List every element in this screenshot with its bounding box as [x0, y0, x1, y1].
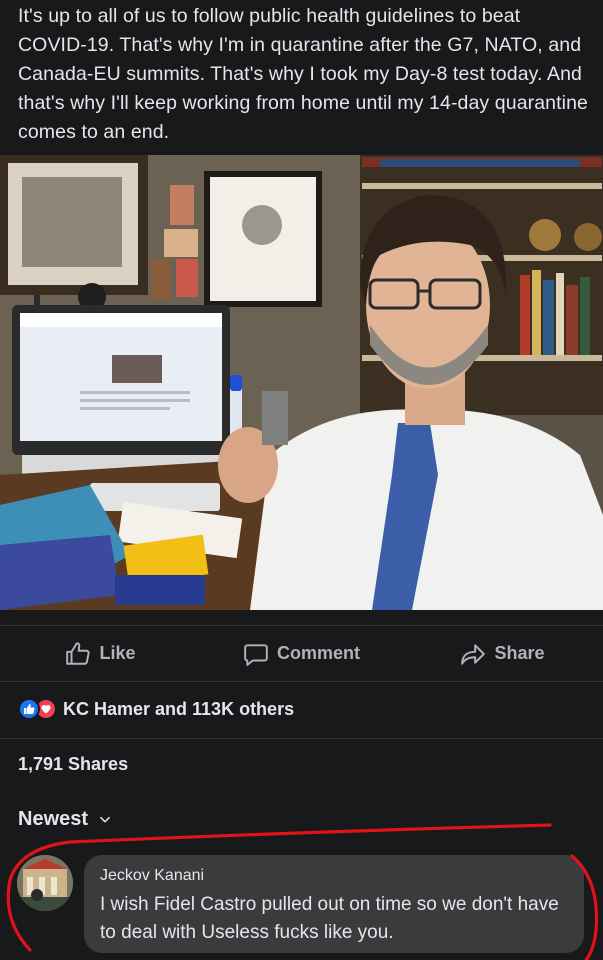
- photo-illustration: [0, 155, 603, 610]
- post-photo[interactable]: [0, 155, 603, 610]
- share-label: Share: [494, 643, 545, 663]
- comment-button[interactable]: Comment: [201, 641, 402, 667]
- thumbs-up-icon: [66, 641, 91, 665]
- reactions-summary[interactable]: KC Hamer and 113K others: [18, 694, 294, 724]
- comment-text: I wish Fidel Castro pulled out on time s…: [100, 894, 559, 943]
- comment-bubble-icon: [244, 643, 268, 666]
- sort-label: Newest: [18, 808, 89, 830]
- reaction-icons: [18, 698, 57, 720]
- comment-label: Comment: [276, 643, 360, 663]
- reactions-text: KC Hamer and 113K others: [63, 698, 295, 719]
- comment-author[interactable]: Jeckov Kanani: [100, 867, 204, 885]
- shares-count[interactable]: 1,791 Shares: [18, 754, 128, 775]
- post-text: It's up to all of us to follow public he…: [18, 5, 588, 143]
- divider: [0, 738, 603, 739]
- post-action-bar: Like Comment Share: [0, 625, 603, 682]
- like-button[interactable]: Like: [0, 641, 201, 667]
- comment-bubble: Jeckov Kanani I wish Fidel Castro pulled…: [84, 855, 584, 953]
- chevron-down-icon: [100, 816, 110, 823]
- share-arrow-icon: [461, 643, 486, 665]
- comment-sort-dropdown[interactable]: Newest: [18, 808, 112, 831]
- like-label: Like: [99, 643, 136, 663]
- avatar[interactable]: [17, 855, 73, 911]
- avatar-image: [17, 855, 73, 911]
- share-button[interactable]: Share: [402, 641, 603, 667]
- like-reaction-icon: [18, 698, 40, 720]
